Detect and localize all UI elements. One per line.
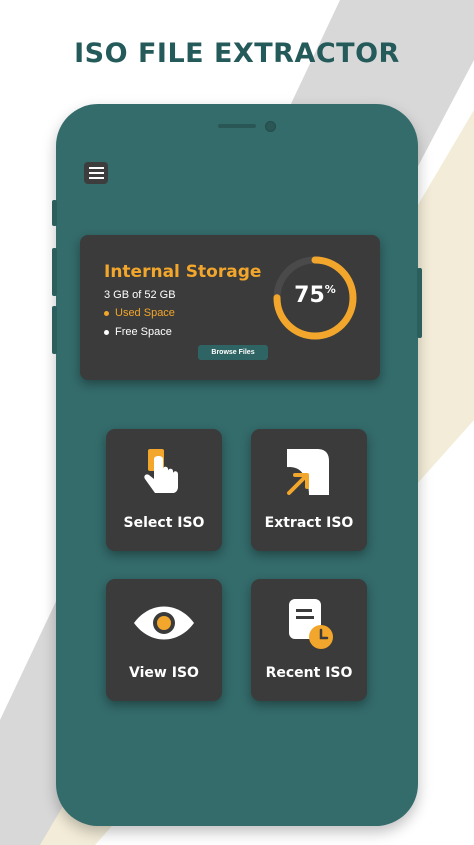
storage-percent-value: 75	[294, 283, 325, 308]
used-dot-icon	[104, 310, 109, 316]
recent-iso-label: Recent ISO	[265, 665, 353, 681]
storage-card: Internal Storage 3 GB of 52 GB Used Spac…	[80, 235, 380, 380]
hamburger-icon	[88, 167, 104, 169]
free-dot-icon	[104, 329, 109, 335]
storage-amount: 3 GB of 52 GB	[104, 289, 176, 301]
phone-speaker	[218, 124, 256, 128]
storage-percent: 75%	[270, 283, 360, 308]
page-headline: ISO FILE EXTRACTOR	[74, 38, 400, 69]
tap-finger-icon	[144, 449, 178, 493]
legend-used: Used Space	[104, 307, 175, 319]
view-iso-label: View ISO	[129, 665, 199, 681]
eye-icon	[134, 606, 194, 640]
phone-camera	[265, 121, 276, 132]
phone-side-button-bottom	[52, 306, 57, 354]
storage-percent-sign: %	[324, 283, 336, 296]
menu-button[interactable]	[84, 162, 108, 184]
legend-used-label: Used Space	[115, 307, 175, 319]
recent-iso-tile[interactable]: Recent ISO	[251, 579, 367, 701]
legend-free-label: Free Space	[115, 326, 172, 338]
phone-side-button-middle	[52, 248, 57, 296]
legend-free: Free Space	[104, 326, 172, 338]
extract-iso-label: Extract ISO	[264, 515, 354, 531]
recent-file-clock-icon	[289, 599, 333, 649]
phone-power-button	[417, 268, 422, 338]
view-iso-tile[interactable]: View ISO	[106, 579, 222, 701]
extract-iso-tile[interactable]: Extract ISO	[251, 429, 367, 551]
phone-side-button-top	[52, 200, 57, 226]
storage-title: Internal Storage	[104, 262, 262, 282]
extract-arrow-icon	[287, 449, 329, 495]
select-iso-label: Select ISO	[123, 515, 205, 531]
select-iso-tile[interactable]: Select ISO	[106, 429, 222, 551]
browse-files-button[interactable]: Browse Files	[198, 345, 268, 360]
